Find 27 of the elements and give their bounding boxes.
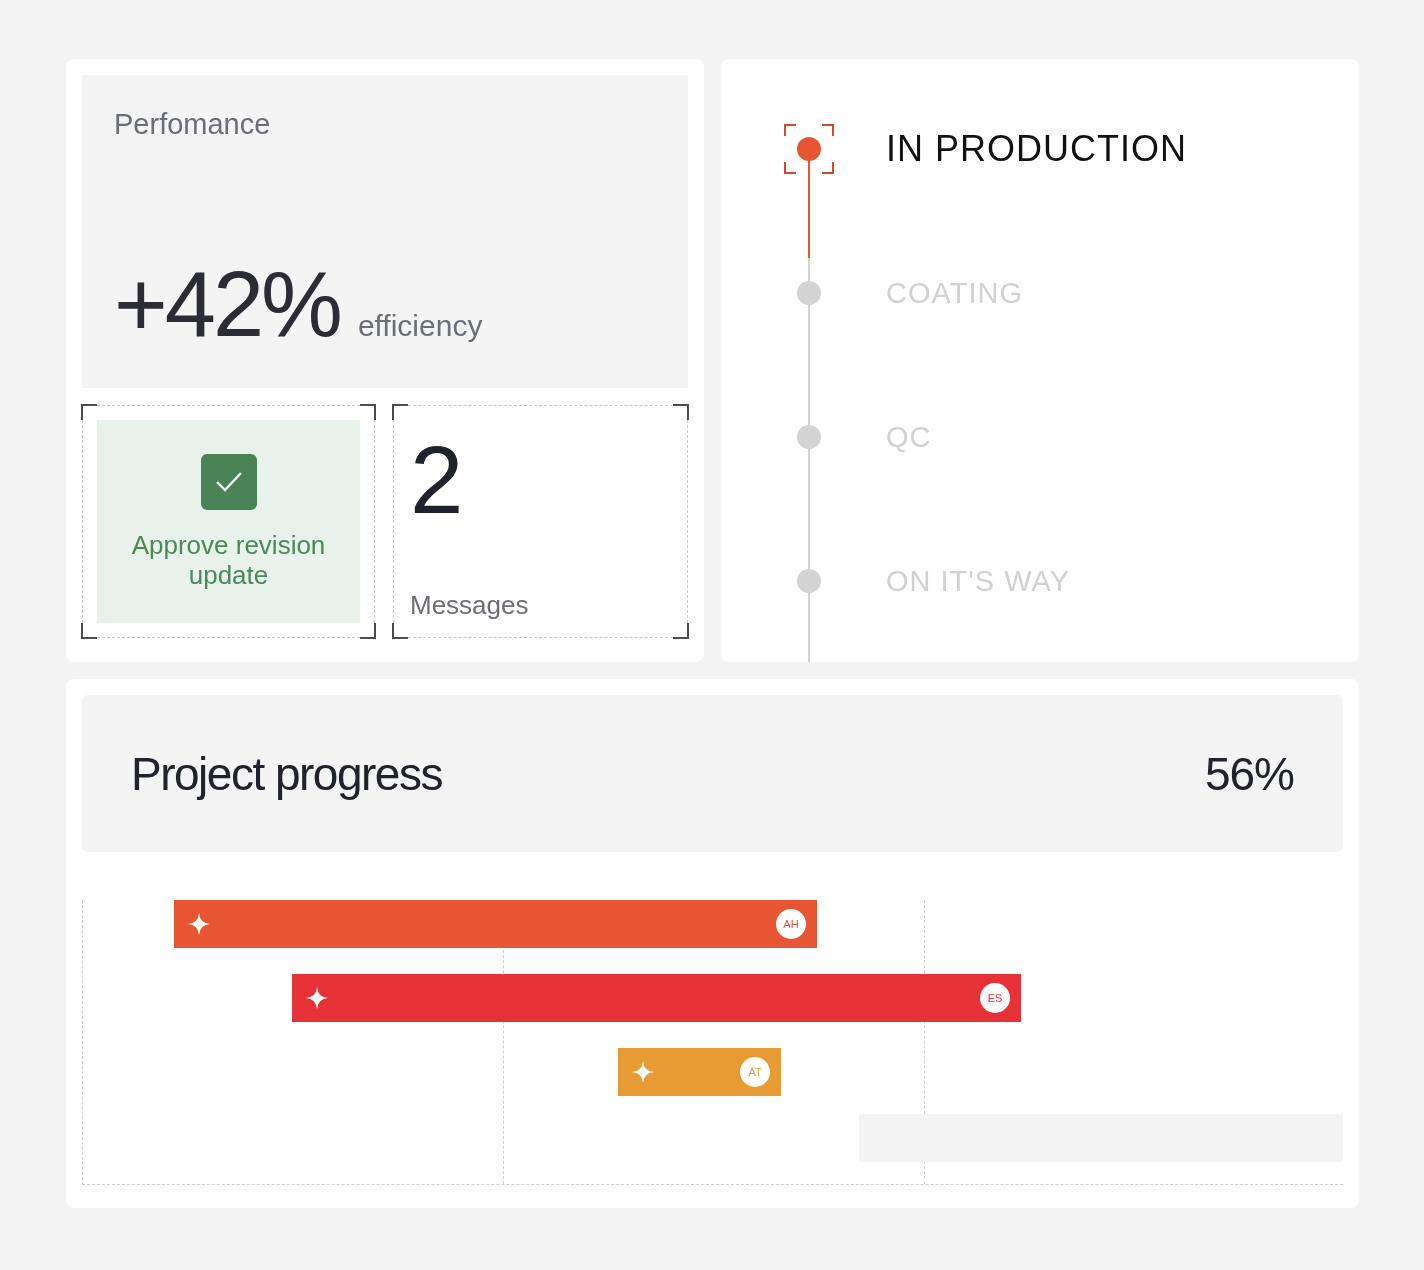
performance-label: Perfomance bbox=[114, 107, 272, 141]
corner-bracket bbox=[673, 404, 689, 420]
avatar: AT bbox=[740, 1057, 770, 1087]
sparkle-icon bbox=[188, 913, 210, 935]
corner-bracket bbox=[360, 404, 376, 420]
corner-bracket bbox=[360, 623, 376, 639]
task-bar[interactable]: ES bbox=[292, 974, 1021, 1022]
sparkle-icon bbox=[306, 987, 328, 1009]
avatar: ES bbox=[980, 983, 1010, 1013]
project-percent: 56% bbox=[1204, 746, 1294, 801]
approve-button[interactable]: Approve revision update bbox=[97, 420, 360, 623]
avatar: AH bbox=[776, 909, 806, 939]
step-label: IN PRODUCTION bbox=[886, 128, 1187, 170]
corner-bracket bbox=[673, 623, 689, 639]
corner-bracket bbox=[81, 623, 97, 639]
task-bar[interactable]: AT bbox=[618, 1048, 781, 1096]
corner-bracket bbox=[392, 404, 408, 420]
task-bar[interactable]: AH bbox=[174, 900, 817, 948]
messages-label: Messages bbox=[410, 590, 530, 621]
checkbox[interactable] bbox=[200, 453, 257, 510]
message-count: 2 bbox=[410, 432, 465, 528]
project-title: Project progress bbox=[131, 746, 442, 801]
corner-bracket bbox=[81, 404, 97, 420]
performance-unit: efficiency bbox=[357, 309, 483, 343]
performance-value: +42% bbox=[114, 258, 340, 350]
corner-bracket bbox=[392, 623, 408, 639]
sparkle-icon bbox=[632, 1061, 654, 1083]
